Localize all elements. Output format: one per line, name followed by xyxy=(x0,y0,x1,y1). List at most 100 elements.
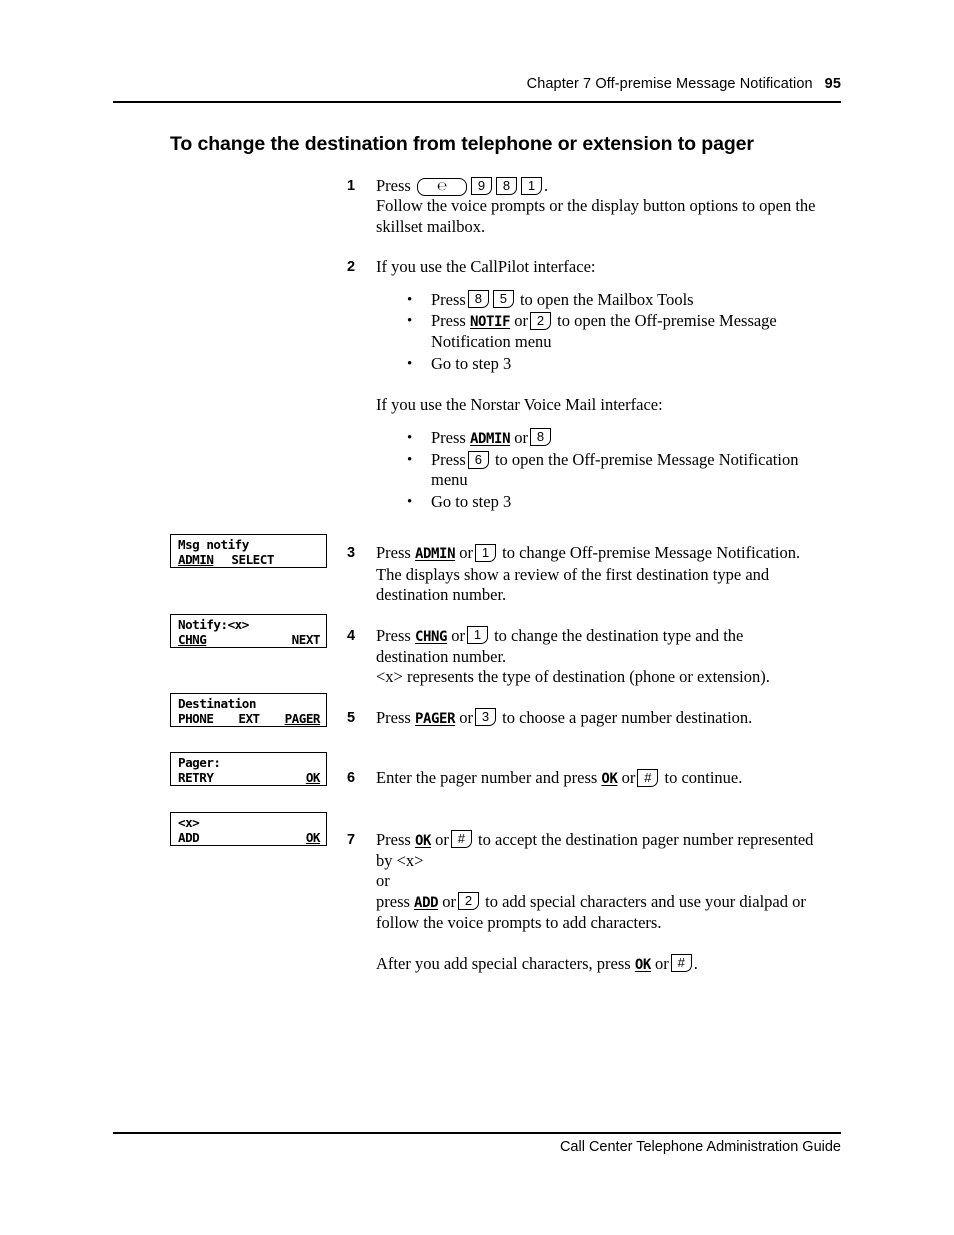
key-1[interactable]: 1 xyxy=(520,176,542,195)
or-label: or xyxy=(442,891,457,911)
key-8[interactable]: 8 xyxy=(495,176,517,195)
display-softkey-next[interactable]: NEXT xyxy=(292,632,321,647)
step-text-line3: skillset mailbox. xyxy=(376,216,486,236)
key-pound[interactable]: # xyxy=(670,954,692,973)
list-item: Press6 to open the Off-premise Message N… xyxy=(376,450,847,491)
list-item: Press85 to open the Mailbox Tools xyxy=(376,289,847,311)
page-title: To change the destination from telephone… xyxy=(170,133,754,155)
list-item: Go to step 3 xyxy=(376,354,847,375)
key-1[interactable]: 1 xyxy=(466,626,488,644)
softkey-add[interactable]: ADD xyxy=(414,895,438,911)
display-line1: Notify:<x> xyxy=(178,617,249,632)
running-header: Chapter 7 Off-premise Message Notificati… xyxy=(113,76,841,92)
display-line1: Destination xyxy=(178,696,256,711)
display-softkey-select[interactable]: SELECT xyxy=(231,552,274,567)
step-text-line3: <x> represents the type of destination (… xyxy=(376,667,770,687)
step-head: Enter the pager number and press xyxy=(376,768,598,788)
press-label: Press xyxy=(431,427,466,447)
key-6[interactable]: 6 xyxy=(467,450,489,469)
key-3[interactable]: 3 xyxy=(475,708,496,727)
display-softkey-ok[interactable]: OK xyxy=(306,770,321,785)
softkey-ok[interactable]: OK xyxy=(415,833,431,849)
softkey-ok[interactable]: OK xyxy=(635,957,651,973)
display-softkey-row: RETRY OK xyxy=(178,770,321,785)
step-text: Press ℮ 9 8 1. xyxy=(376,176,847,196)
procedure-list: 1 Press ℮ 9 8 1. Follow the voice prompts o… xyxy=(347,176,847,975)
display-softkey-ok[interactable]: OK xyxy=(306,830,321,845)
press-label: Press xyxy=(376,543,411,563)
display-line1: <x> xyxy=(178,815,200,830)
or-label: or xyxy=(459,543,473,563)
key-5[interactable]: 5 xyxy=(492,290,514,309)
list-item: Press ADMIN or8 xyxy=(376,428,847,449)
display-softkey-row: ADD OK xyxy=(178,830,321,845)
press-label: Press xyxy=(431,311,466,331)
step-text-line6: After you add special characters, press … xyxy=(376,954,847,975)
step-text: Press CHNG or 1 to change the destination… xyxy=(376,626,847,647)
key-8[interactable]: 8 xyxy=(530,428,551,447)
softkey-admin[interactable]: ADMIN xyxy=(470,431,511,447)
key-2[interactable]: 2 xyxy=(458,892,480,911)
display-softkey-retry[interactable]: RETRY xyxy=(178,770,214,785)
step-text-line2: The displays show a review of the first … xyxy=(376,564,770,584)
or-label: or xyxy=(459,707,473,727)
or-label: or xyxy=(451,625,465,645)
header-rule xyxy=(113,101,841,103)
press-label: Press xyxy=(376,707,411,727)
key-pound[interactable]: # xyxy=(637,768,659,787)
display-softkey-row: ADMIN SELECT xyxy=(178,552,320,567)
step-tail: to change the destination type and the xyxy=(494,625,744,645)
display-notify-x: Notify:<x> CHNG NEXT xyxy=(170,614,327,648)
or-label: or xyxy=(514,427,528,447)
bullet-tail: to open the Off-premise Message Notifica… xyxy=(494,450,799,470)
display-softkey-admin[interactable]: ADMIN xyxy=(178,552,214,567)
key-1[interactable]: 1 xyxy=(475,543,496,562)
step-number: 7 xyxy=(347,831,356,848)
closing-head: After you add special characters, press xyxy=(376,953,631,973)
norstar-intro: If you use the Norstar Voice Mail interf… xyxy=(376,395,663,415)
step-text-line5: follow the voice prompts to add characte… xyxy=(376,913,662,933)
bullet-tail-2: Notification menu xyxy=(431,332,552,352)
softkey-notif[interactable]: NOTIF xyxy=(470,314,511,330)
display-softkey-ext[interactable]: EXT xyxy=(238,711,260,726)
step-1: 1 Press ℮ 9 8 1. Follow the voice prompts o… xyxy=(347,176,847,237)
step-number: 4 xyxy=(347,627,356,644)
display-softkey-chng[interactable]: CHNG xyxy=(178,632,207,647)
step-4: 4 Press CHNG or 1 to change the destinati… xyxy=(347,626,847,688)
document-page: Chapter 7 Off-premise Message Notificati… xyxy=(0,0,954,1235)
display-softkey-phone[interactable]: PHONE xyxy=(178,711,214,726)
softkey-chng[interactable]: CHNG xyxy=(415,629,448,645)
footer-guide-title: Call Center Telephone Administration Gui… xyxy=(559,1139,841,1155)
key-8[interactable]: 8 xyxy=(467,290,489,309)
softkey-admin[interactable]: ADMIN xyxy=(415,546,456,562)
display-softkey-pager[interactable]: PAGER xyxy=(285,711,321,726)
display-pager-entry: Pager: RETRY OK xyxy=(170,752,327,786)
step-text: Press PAGER or 3 to choose a pager number… xyxy=(376,708,847,729)
softkey-pager[interactable]: PAGER xyxy=(415,711,456,727)
step-tail: to accept the destination pager number r… xyxy=(478,829,814,849)
feature-globe-icon: ℮ xyxy=(436,178,448,193)
key-9[interactable]: 9 xyxy=(470,176,492,195)
key-pound[interactable]: # xyxy=(450,830,472,849)
key-2[interactable]: 2 xyxy=(530,311,551,330)
press-label: Press xyxy=(376,176,411,195)
display-softkey-row: CHNG NEXT xyxy=(178,632,321,647)
feature-key[interactable]: ℮ xyxy=(416,177,467,196)
display-spacer xyxy=(213,552,231,567)
press-label: Press xyxy=(431,289,466,309)
step-text: Press OK or # to accept the destination p… xyxy=(376,830,847,851)
step-text-line2: by <x> xyxy=(376,850,424,870)
footer-rule xyxy=(113,1132,841,1134)
bullet-tail-2: menu xyxy=(431,470,468,490)
display-softkey-add[interactable]: ADD xyxy=(178,830,200,845)
softkey-ok[interactable]: OK xyxy=(601,771,617,787)
display-destination: Destination PHONE EXT PAGER xyxy=(170,693,327,727)
step-number: 5 xyxy=(347,709,356,726)
step-tail: to choose a pager number destination. xyxy=(502,707,753,727)
bullet-tail: to open the Mailbox Tools xyxy=(519,289,694,309)
